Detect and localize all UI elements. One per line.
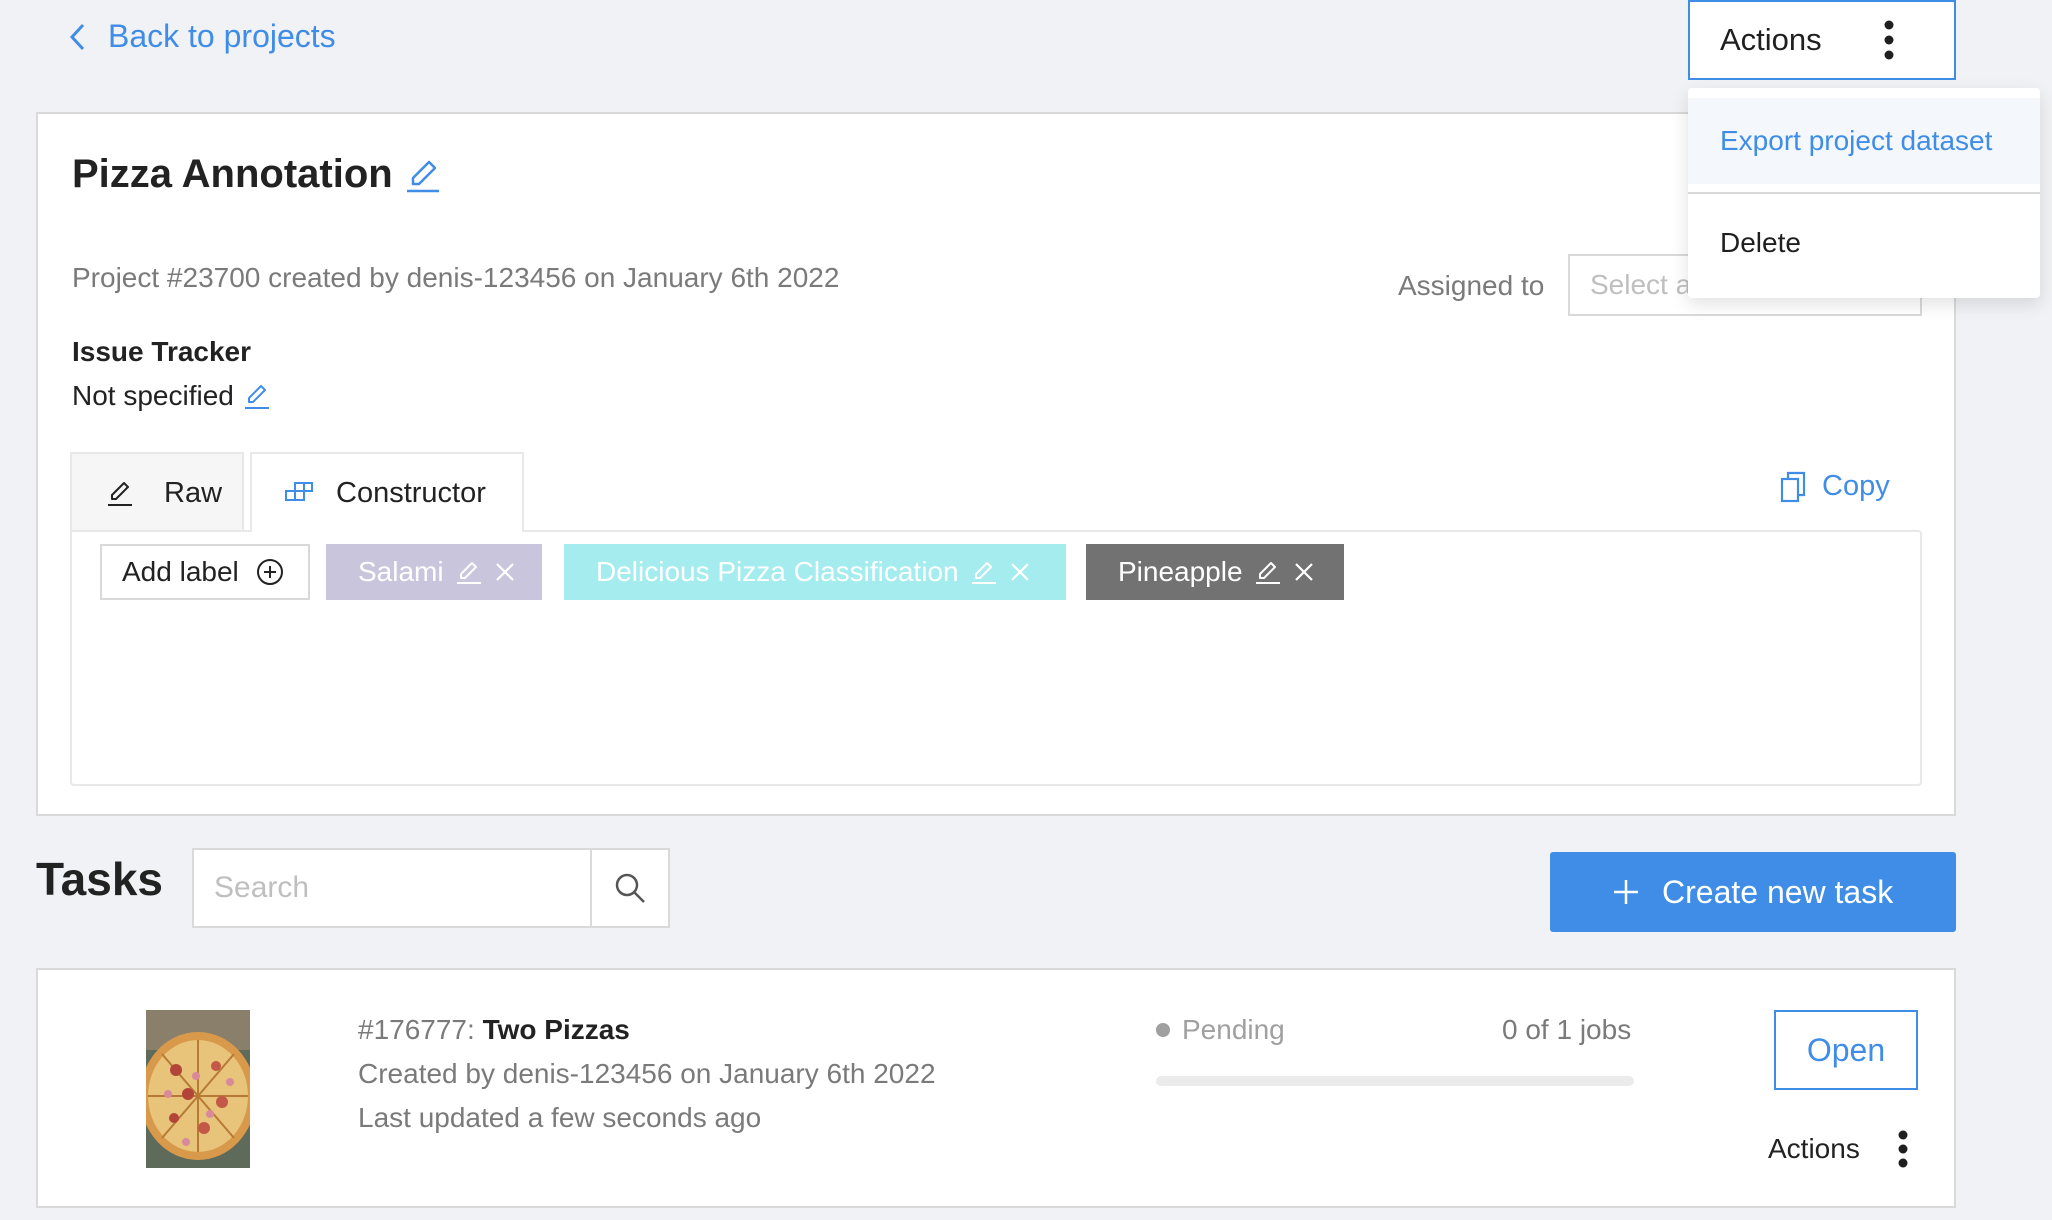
actions-dropdown: Export project dataset Delete — [1688, 88, 2040, 298]
project-title: Pizza Annotation — [72, 152, 441, 197]
remove-label-icon[interactable] — [494, 561, 516, 583]
add-label-text: Add label — [122, 556, 239, 587]
more-vertical-icon — [1884, 20, 1894, 60]
task-search-input[interactable] — [192, 848, 592, 928]
copy-label: Copy — [1822, 470, 1890, 502]
task-actions-button[interactable]: Actions — [1768, 1130, 1908, 1168]
plus-icon — [1612, 878, 1640, 906]
issue-tracker-heading: Issue Tracker — [72, 336, 252, 367]
project-details-card: Pizza Annotation Project #23700 created … — [36, 112, 1956, 816]
edit-issue-tracker-icon[interactable] — [244, 382, 270, 410]
status-dot-icon — [1156, 1023, 1170, 1037]
task-status-text: Pending — [1182, 1014, 1285, 1045]
project-title-text: Pizza Annotation — [72, 152, 393, 196]
label-chip-name: Delicious Pizza Classification — [596, 556, 959, 587]
more-vertical-icon — [1898, 1130, 1908, 1168]
task-progress-bar — [1156, 1076, 1634, 1086]
task-jobs-count: 0 of 1 jobs — [1502, 1014, 1632, 1045]
edit-label-icon[interactable] — [456, 559, 482, 585]
tasks-heading: Tasks — [36, 853, 164, 905]
task-preview-image — [146, 1010, 250, 1168]
export-project-dataset-item[interactable]: Export project dataset — [1688, 98, 2040, 184]
plus-circle-icon — [255, 557, 285, 587]
task-title: #176777: Two Pizzas — [358, 1014, 630, 1046]
label-chip-name: Salami — [358, 556, 444, 587]
task-status: Pending — [1156, 1014, 1285, 1046]
label-chip-pineapple[interactable]: Pineapple — [1086, 544, 1344, 600]
assigned-to-label: Assigned to — [1398, 270, 1545, 301]
blocks-icon — [284, 481, 314, 505]
remove-label-icon[interactable] — [1009, 561, 1031, 583]
menu-divider — [1688, 192, 2040, 194]
create-new-task-button[interactable]: Create new task — [1550, 852, 1956, 932]
tab-constructor[interactable]: Constructor — [250, 452, 524, 532]
actions-menu-button[interactable]: Actions — [1688, 0, 1956, 80]
back-to-projects-link[interactable]: Back to projects — [68, 18, 336, 55]
label-chip-salami[interactable]: Salami — [326, 544, 542, 600]
task-actions-label: Actions — [1768, 1133, 1860, 1164]
tab-constructor-label: Constructor — [336, 476, 486, 509]
create-new-task-label: Create new task — [1662, 873, 1894, 910]
copy-icon — [1780, 471, 1806, 503]
issue-tracker-text: Not specified — [72, 380, 234, 411]
search-icon — [613, 871, 647, 905]
task-name: Two Pizzas — [482, 1014, 630, 1045]
add-label-button[interactable]: Add label — [100, 544, 310, 600]
remove-label-icon[interactable] — [1293, 561, 1315, 583]
label-chip-name: Pineapple — [1118, 556, 1243, 587]
task-item: #176777: Two Pizzas Created by denis-123… — [36, 968, 1956, 1208]
edit-label-icon[interactable] — [971, 559, 997, 585]
project-meta: Project #23700 created by denis-123456 o… — [72, 262, 840, 293]
search-button[interactable] — [590, 848, 670, 928]
tab-raw[interactable]: Raw — [70, 452, 244, 532]
issue-tracker-value: Not specified — [72, 380, 270, 412]
label-chip-delicious-pizza-classification[interactable]: Delicious Pizza Classification — [564, 544, 1066, 600]
delete-project-item[interactable]: Delete — [1688, 200, 2040, 286]
back-to-projects-label: Back to projects — [108, 18, 336, 54]
task-created: Created by denis-123456 on January 6th 2… — [358, 1058, 936, 1089]
edit-label-icon[interactable] — [1255, 559, 1281, 585]
task-updated: Last updated a few seconds ago — [358, 1102, 762, 1133]
tab-raw-label: Raw — [164, 476, 223, 509]
pencil-icon — [106, 479, 134, 507]
actions-menu-label: Actions — [1720, 22, 1822, 57]
task-id: #176777: — [358, 1014, 475, 1045]
copy-button[interactable]: Copy — [1780, 470, 1890, 503]
open-task-button[interactable]: Open — [1774, 1010, 1918, 1090]
chevron-left-icon — [68, 22, 86, 52]
edit-title-icon[interactable] — [405, 156, 441, 194]
